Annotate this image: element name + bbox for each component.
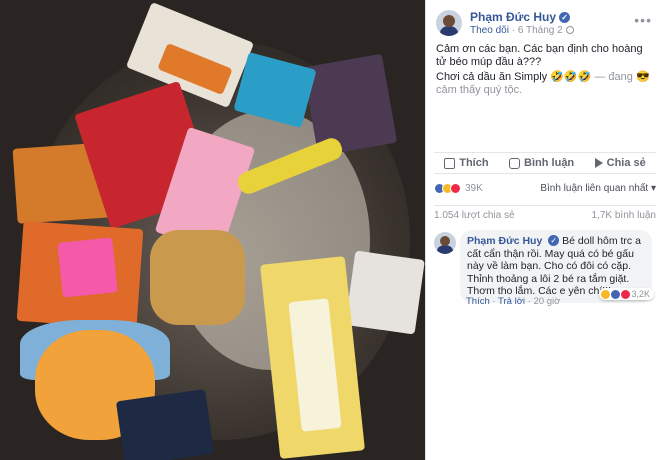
purple-gift-bag	[302, 53, 398, 157]
comment-reply-link[interactable]: Trả lời	[498, 296, 525, 307]
post-date[interactable]: 6 Tháng 2	[518, 25, 563, 36]
reactions-row: 39K Bình luận liên quan nhất ▾	[434, 182, 656, 198]
more-dots-icon[interactable]: •••	[634, 12, 652, 28]
share-button[interactable]: Chia sẻ	[594, 157, 646, 169]
post-side-panel: Phạm Đức Huy ✓ Theo dõi · 6 Tháng 2 ••• C…	[425, 0, 660, 460]
white-gift-bag	[345, 250, 425, 335]
facebook-photo-viewer: Phạm Đức Huy ✓ Theo dõi · 6 Tháng 2 ••• C…	[0, 0, 660, 460]
comment-like-icon	[611, 289, 621, 299]
follow-link[interactable]: Theo dõi	[470, 25, 509, 36]
author-avatar[interactable]	[436, 10, 462, 36]
comment-like-link[interactable]: Thích	[466, 296, 490, 307]
post-photo[interactable]	[0, 0, 425, 460]
thumbs-up-icon	[444, 157, 456, 169]
post-meta: Theo dõi · 6 Tháng 2	[470, 25, 574, 36]
comment-haha-icon	[601, 289, 611, 299]
share-arrow-icon	[594, 158, 603, 168]
comment-time[interactable]: 20 giờ	[534, 296, 561, 307]
share-label: Chia sẻ	[606, 157, 646, 169]
nuts-bag	[150, 230, 245, 325]
post-actions-bar: Thích Bình luận Chia sẻ	[434, 152, 656, 174]
comment-button[interactable]: Bình luận	[509, 157, 574, 169]
commenter-verified-badge-icon: ✓	[548, 235, 560, 246]
like-button[interactable]: Thích	[444, 157, 489, 169]
author-name-link[interactable]: Phạm Đức Huy	[470, 10, 556, 24]
globe-icon	[565, 26, 574, 34]
commenter-name[interactable]: Phạm Đức Huy	[467, 235, 542, 247]
post-text-line-2: Chơi cả dầu ăn Simply 🤣🤣🤣 — đang 😎 cảm t…	[436, 71, 654, 97]
comment-reaction-count: 3,2K	[631, 289, 650, 299]
post-header: Phạm Đức Huy ✓ Theo dõi · 6 Tháng 2 •••	[436, 10, 656, 40]
post-stats: 1.054 lượt chia sẻ 1,7K bình luận	[434, 205, 656, 223]
reaction-count[interactable]: 39K	[465, 183, 483, 194]
like-label: Thích	[459, 157, 489, 169]
comment-bubble-icon	[509, 157, 521, 169]
comment-actions: Thích · Trả lời · 20 giờ	[466, 296, 561, 307]
dark-snack-pack	[115, 389, 215, 460]
comment-reactions[interactable]: 3,2K	[599, 288, 654, 300]
pink-sticky-note	[57, 237, 118, 298]
post-text-main: Chơi cả dầu ăn Simply 🤣🤣🤣	[436, 71, 592, 83]
comment-love-icon	[621, 289, 631, 299]
comment-label: Bình luận	[524, 157, 575, 169]
meta-separator: ·	[508, 25, 518, 36]
commenter-avatar[interactable]	[434, 232, 456, 254]
comment-sort-dropdown[interactable]: Bình luận liên quan nhất ▾	[540, 183, 656, 194]
love-reaction-icon	[450, 183, 461, 194]
post-text-line-1: Cảm ơn các bạn. Các bạn định cho hoàng t…	[436, 43, 643, 68]
author-name-row: Phạm Đức Huy ✓	[470, 10, 571, 24]
share-count[interactable]: 1.054 lượt chia sẻ	[434, 210, 515, 221]
verified-badge-icon: ✓	[559, 12, 571, 23]
post-text: Cảm ơn các bạn. Các bạn định cho hoàng t…	[436, 43, 654, 99]
comment-count[interactable]: 1,7K bình luận	[592, 210, 657, 221]
